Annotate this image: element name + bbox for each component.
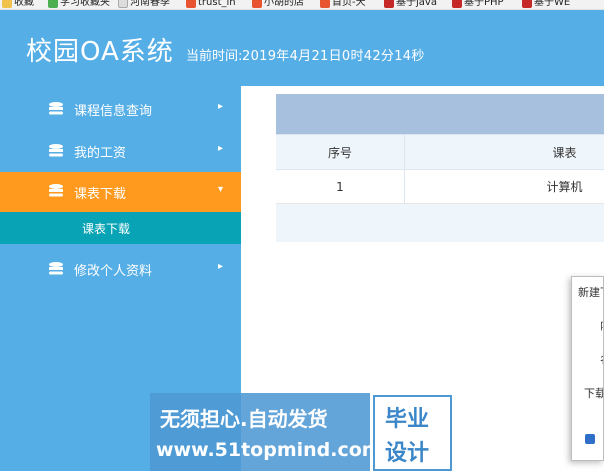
table-cell-index: 1: [276, 170, 405, 203]
chevron-right-icon: ▸: [218, 101, 224, 112]
column-header-schedule: 课表: [552, 145, 577, 160]
table-header-row: 序号 课表: [276, 134, 604, 170]
bookmark-item[interactable]: 小胡的店: [252, 0, 304, 9]
sidebar-item-label: 我的工资: [74, 146, 127, 161]
sidebar-item-label: 课程信息查询: [74, 104, 153, 119]
sidebar-item-course-info[interactable]: 课程信息查询 ▸: [0, 90, 241, 128]
dialog-title: 新建下: [572, 277, 603, 303]
time-label: 当前时间:: [186, 49, 243, 64]
sidebar-item-schedule-download[interactable]: 课表下载 ▾: [0, 172, 241, 212]
panel-header: [276, 94, 604, 134]
download-dialog: 新建下 内 名 下载: [571, 276, 604, 461]
site-icon: [186, 0, 196, 8]
current-time: 2019年4月21日0时42分14秒: [242, 49, 425, 64]
site-icon: [452, 0, 462, 8]
bookmark-label: 学习收藏夹: [60, 0, 110, 8]
system-title: 校园OA系统: [26, 37, 174, 67]
site-icon: [320, 0, 330, 8]
chevron-right-icon: ▸: [218, 261, 224, 272]
database-icon: [49, 102, 63, 115]
database-icon: [49, 184, 63, 197]
bookmark-item[interactable]: 河南春季: [118, 0, 170, 9]
sidebar-item-my-salary[interactable]: 我的工资 ▸: [0, 132, 241, 170]
watermark-slogan: 无须担心.自动发货: [160, 407, 328, 431]
bookmark-label: trust_in: [198, 0, 236, 8]
table-footer-row: [276, 204, 604, 242]
site-icon: [522, 0, 532, 8]
watermark-banner: 无须担心.自动发货 www.51topmind.com 毕业 设计: [150, 393, 452, 471]
chevron-right-icon: ▸: [218, 143, 224, 154]
chevron-down-icon: ▾: [218, 184, 224, 195]
database-icon: [49, 144, 63, 157]
watermark-right-line2: 设计: [385, 441, 430, 466]
watermark-right-panel: 毕业 设计: [373, 395, 452, 471]
bookmark-item[interactable]: trust_in: [186, 0, 236, 9]
sidebar-item-label: 修改个人资料: [74, 264, 153, 279]
sidebar-item-edit-profile[interactable]: 修改个人资料 ▸: [0, 250, 241, 288]
sidebar-item-label: 课表下载: [74, 187, 127, 202]
site-icon: [252, 0, 262, 8]
app-icon: [585, 434, 595, 444]
bookmarks-bar: 收藏 学习收藏夹 河南春季 trust_in 小胡的店 首页-天 基于java …: [0, 0, 604, 10]
bookmark-item[interactable]: 基于java: [384, 0, 437, 9]
folder-icon: [48, 0, 58, 8]
watermark-right-line1: 毕业: [385, 407, 430, 432]
star-icon: [2, 0, 12, 8]
watermark-url: www.51topmind.com: [156, 439, 382, 461]
dialog-row-label: 名: [600, 351, 603, 367]
site-icon: [384, 0, 394, 8]
bookmark-item[interactable]: 基于WE: [522, 0, 570, 9]
page-icon: [118, 0, 128, 8]
bookmark-item[interactable]: 首页-天: [320, 0, 366, 9]
dialog-row-label: 下载: [584, 387, 604, 400]
bookmark-label: 河南春季: [130, 0, 170, 8]
bookmark-label: 收藏: [14, 0, 34, 8]
sidebar-subitem-schedule-download[interactable]: 课表下载: [0, 212, 241, 244]
bookmark-label: 小胡的店: [264, 0, 304, 8]
table-cell-schedule[interactable]: 计算机: [405, 170, 604, 203]
bookmark-label: 基于PHP: [464, 0, 504, 8]
watermark-left-panel: 无须担心.自动发货 www.51topmind.com: [150, 393, 382, 471]
sidebar-subitem-label: 课表下载: [82, 222, 131, 236]
bookmark-label: 基于WE: [534, 0, 571, 8]
bookmark-item[interactable]: 收藏: [2, 0, 34, 9]
bookmark-label: 基于java: [396, 0, 437, 8]
table-row[interactable]: 1 计算机: [276, 170, 604, 204]
dialog-row-label: 内: [600, 317, 603, 333]
bookmark-item[interactable]: 学习收藏夹: [48, 0, 110, 9]
column-header-index: 序号: [276, 135, 405, 169]
app-header: 校园OA系统 当前时间: 2019年4月21日0时42分14秒: [0, 10, 604, 86]
bookmark-label: 首页-天: [332, 0, 366, 8]
bookmark-item[interactable]: 基于PHP: [452, 0, 504, 9]
database-icon: [49, 262, 63, 275]
